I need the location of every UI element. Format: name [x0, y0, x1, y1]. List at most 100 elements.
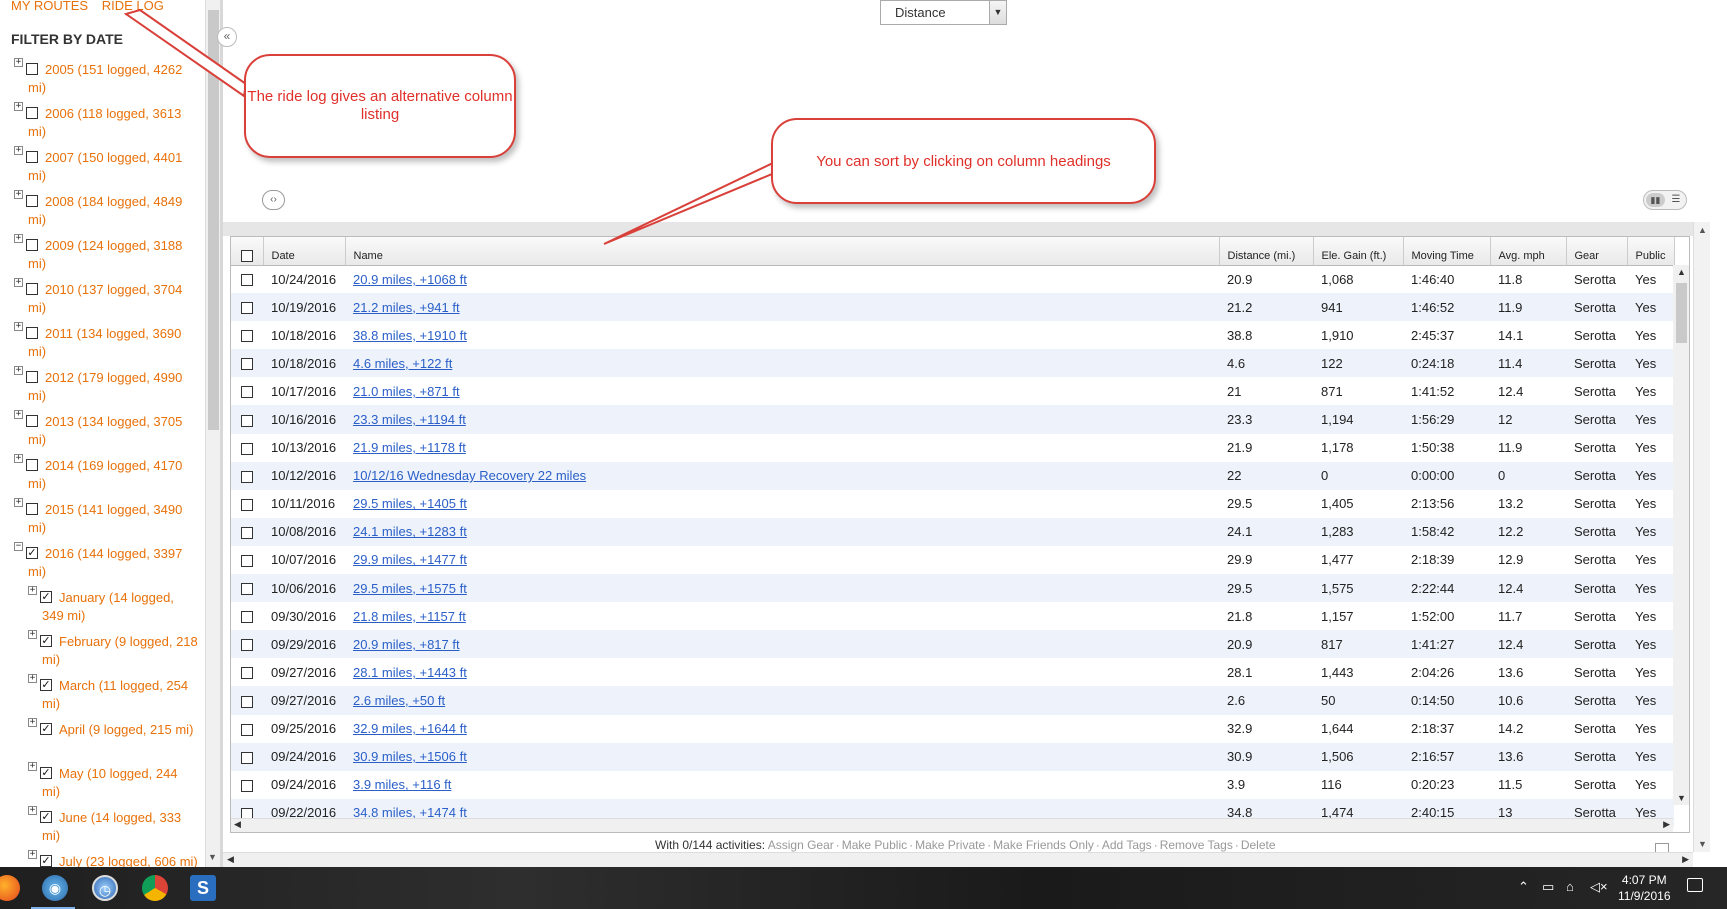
filter-checkbox[interactable]: ✓: [40, 679, 52, 691]
filter-checkbox[interactable]: [26, 327, 38, 339]
cell-name[interactable]: 32.9 miles, +1644 ft: [345, 715, 1219, 743]
expand-icon[interactable]: +: [28, 630, 37, 639]
table-horizontal-scrollbar[interactable]: ◀ ▶: [231, 818, 1673, 832]
cell-name[interactable]: 21.2 miles, +941 ft: [345, 293, 1219, 322]
row-checkbox-cell[interactable]: [231, 574, 263, 603]
date-filter-item[interactable]: + ✓ February (9 logged, 218 mi): [28, 630, 204, 669]
row-checkbox[interactable]: [241, 639, 253, 652]
chevron-down-icon[interactable]: ▼: [989, 1, 1006, 24]
expand-toggle-button[interactable]: ‹›: [262, 190, 285, 210]
activity-link[interactable]: 10/12/16 Wednesday Recovery 22 miles: [353, 468, 586, 483]
date-filter-item[interactable]: − ✓ 2016 (144 logged, 3397 mi): [14, 542, 204, 581]
cell-name[interactable]: 29.9 miles, +1477 ft: [345, 546, 1219, 574]
filter-checkbox[interactable]: ✓: [26, 547, 38, 559]
column-header-public[interactable]: Public: [1627, 237, 1675, 266]
list-view-icon[interactable]: ☰: [1667, 193, 1685, 207]
row-checkbox-cell[interactable]: [231, 434, 263, 462]
filter-checkbox[interactable]: [26, 107, 38, 119]
sidebar-scroll-thumb[interactable]: [208, 10, 219, 430]
s-app-icon[interactable]: S: [190, 875, 216, 901]
expand-icon[interactable]: +: [14, 58, 23, 67]
scroll-down-arrow-icon[interactable]: ▼: [1677, 793, 1686, 803]
expand-icon[interactable]: +: [14, 190, 23, 199]
bulk-action-delete[interactable]: Delete: [1241, 838, 1276, 852]
cell-name[interactable]: 23.3 miles, +1194 ft: [345, 405, 1219, 434]
row-checkbox-cell[interactable]: [231, 715, 263, 743]
table-row[interactable]: 10/13/2016 21.9 miles, +1178 ft 21.9 1,178 1…: [231, 434, 1674, 462]
expand-icon[interactable]: +: [14, 102, 23, 111]
expand-icon[interactable]: +: [14, 234, 23, 243]
table-row[interactable]: 10/16/2016 23.3 miles, +1194 ft 23.3 1,194 1…: [231, 405, 1674, 434]
date-filter-item[interactable]: +2011 (134 logged, 3690 mi): [14, 322, 204, 361]
column-header-name[interactable]: Name: [345, 237, 1220, 266]
table-row[interactable]: 09/27/2016 2.6 miles, +50 ft 2.6 50 0:14:50 1…: [231, 686, 1674, 715]
expand-icon[interactable]: +: [14, 278, 23, 287]
filter-checkbox[interactable]: ✓: [40, 635, 52, 647]
date-filter-item[interactable]: + ✓ May (10 logged, 244 mi): [28, 762, 204, 801]
system-clock[interactable]: 4:07 PM 11/9/2016: [1618, 872, 1671, 904]
cell-name[interactable]: 24.1 miles, +1283 ft: [345, 517, 1219, 546]
row-checkbox-cell[interactable]: [231, 321, 263, 349]
bar-chart-icon[interactable]: ▮▮: [1646, 193, 1665, 207]
cell-name[interactable]: 29.5 miles, +1575 ft: [345, 574, 1219, 603]
row-checkbox-cell[interactable]: [231, 517, 263, 546]
expand-icon[interactable]: +: [14, 498, 23, 507]
activity-link[interactable]: 20.9 miles, +817 ft: [353, 637, 460, 652]
cell-name[interactable]: 21.0 miles, +871 ft: [345, 377, 1219, 405]
row-checkbox-cell[interactable]: [231, 461, 263, 490]
column-header-date[interactable]: Date: [263, 237, 346, 266]
row-checkbox[interactable]: [241, 611, 253, 624]
row-checkbox[interactable]: [241, 723, 253, 736]
expand-icon[interactable]: +: [28, 850, 37, 859]
scroll-down-arrow-icon[interactable]: ▼: [1698, 839, 1707, 849]
cell-name[interactable]: 20.9 miles, +817 ft: [345, 630, 1219, 659]
column-header-avg-mph[interactable]: Avg. mph: [1490, 237, 1567, 266]
activity-link[interactable]: 38.8 miles, +1910 ft: [353, 328, 467, 343]
activity-link[interactable]: 20.9 miles, +1068 ft: [353, 272, 467, 287]
filter-checkbox[interactable]: ✓: [40, 591, 52, 603]
table-row[interactable]: 10/19/2016 21.2 miles, +941 ft 21.2 941 1:46…: [231, 293, 1674, 322]
battery-icon[interactable]: ▭: [1542, 879, 1554, 895]
activity-link[interactable]: 21.8 miles, +1157 ft: [353, 609, 466, 624]
table-row[interactable]: 10/18/2016 4.6 miles, +122 ft 4.6 122 0:24:1…: [231, 349, 1674, 378]
activity-link[interactable]: 3.9 miles, +116 ft: [353, 777, 451, 792]
cell-name[interactable]: 4.6 miles, +122 ft: [345, 349, 1219, 378]
activity-link[interactable]: 32.9 miles, +1644 ft: [353, 721, 467, 736]
table-row[interactable]: 10/07/2016 29.9 miles, +1477 ft 29.9 1,477 2…: [231, 546, 1674, 574]
network-icon[interactable]: ⌂: [1566, 879, 1574, 894]
row-checkbox[interactable]: [241, 302, 253, 315]
date-filter-item[interactable]: + ✓ March (11 logged, 254 mi): [28, 674, 204, 713]
page-vertical-scrollbar[interactable]: ▲ ▼: [1693, 222, 1710, 852]
expand-icon[interactable]: +: [14, 146, 23, 155]
scroll-left-arrow-icon[interactable]: ◀: [227, 854, 234, 865]
filter-checkbox[interactable]: [26, 503, 38, 515]
column-header-distance[interactable]: Distance (mi.): [1219, 237, 1314, 266]
date-filter-item[interactable]: +2015 (141 logged, 3490 mi): [14, 498, 204, 537]
cell-name[interactable]: 3.9 miles, +116 ft: [345, 771, 1219, 799]
table-row[interactable]: 10/08/2016 24.1 miles, +1283 ft 24.1 1,283 1…: [231, 517, 1674, 546]
expand-icon[interactable]: +: [14, 454, 23, 463]
expand-icon[interactable]: +: [28, 674, 37, 683]
filter-checkbox[interactable]: [26, 415, 38, 427]
table-row[interactable]: 10/24/2016 20.9 miles, +1068 ft 20.9 1,068 1…: [231, 265, 1674, 293]
row-checkbox-cell[interactable]: [231, 742, 263, 771]
date-filter-item[interactable]: +2009 (124 logged, 3188 mi): [14, 234, 204, 273]
cell-name[interactable]: 21.8 miles, +1157 ft: [345, 602, 1219, 630]
filter-checkbox[interactable]: [26, 459, 38, 471]
row-checkbox[interactable]: [241, 386, 253, 399]
activity-link[interactable]: 2.6 miles, +50 ft: [353, 693, 445, 708]
date-filter-item[interactable]: + ✓ July (23 logged, 606 mi): [28, 850, 204, 867]
bulk-action-make-private[interactable]: Make Private: [915, 838, 985, 852]
scroll-up-arrow-icon[interactable]: ▲: [1698, 225, 1707, 235]
scroll-right-arrow-icon[interactable]: ▶: [1682, 854, 1689, 865]
filter-checkbox[interactable]: [26, 63, 38, 75]
filter-checkbox[interactable]: [26, 151, 38, 163]
cell-name[interactable]: 10/12/16 Wednesday Recovery 22 miles: [345, 461, 1219, 490]
table-row[interactable]: 10/06/2016 29.5 miles, +1575 ft 29.5 1,575 2…: [231, 574, 1674, 603]
column-header-elevation[interactable]: Ele. Gain (ft.): [1313, 237, 1404, 266]
date-filter-item[interactable]: +2007 (150 logged, 4401 mi): [14, 146, 204, 185]
activity-link[interactable]: 29.9 miles, +1477 ft: [353, 552, 467, 567]
row-checkbox-cell[interactable]: [231, 686, 263, 715]
notification-icon[interactable]: [1687, 878, 1703, 892]
date-filter-item[interactable]: +2013 (134 logged, 3705 mi): [14, 410, 204, 449]
